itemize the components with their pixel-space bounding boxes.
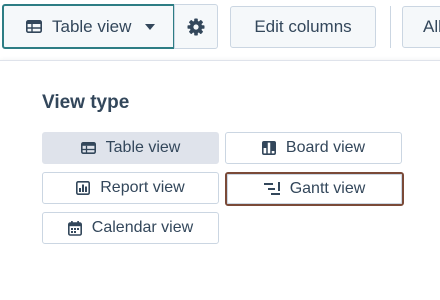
view-option-gantt[interactable]: Gantt view	[225, 172, 404, 206]
view-selector-button[interactable]: Table view	[2, 4, 175, 49]
view-type-heading: View type	[42, 92, 130, 113]
view-option-label: Gantt view	[289, 180, 366, 197]
view-selector-group: Table view	[2, 4, 218, 49]
edit-columns-button[interactable]: Edit columns	[230, 6, 376, 48]
view-option-board[interactable]: Board view	[225, 132, 402, 164]
calendar-icon	[67, 220, 82, 236]
view-option-label: Calendar view	[91, 219, 194, 236]
view-settings-button[interactable]	[174, 4, 218, 49]
view-option-calendar[interactable]: Calendar view	[42, 212, 219, 244]
gantt-icon	[263, 182, 280, 196]
view-option-report[interactable]: Report view	[42, 172, 219, 204]
gear-icon	[187, 18, 205, 36]
view-option-label: Report view	[100, 179, 185, 196]
view-option-label: Board view	[285, 139, 366, 156]
toolbar-divider	[390, 6, 391, 48]
table-icon	[26, 20, 42, 33]
table-icon	[80, 142, 96, 154]
caret-down-icon	[145, 23, 156, 30]
board-icon	[261, 141, 276, 155]
all-filter-button[interactable]: All	[402, 6, 440, 48]
report-icon	[76, 181, 91, 195]
view-option-label: Table view	[105, 139, 181, 156]
view-selector-label: Table view	[52, 16, 132, 36]
view-option-table[interactable]: Table view	[42, 132, 219, 164]
